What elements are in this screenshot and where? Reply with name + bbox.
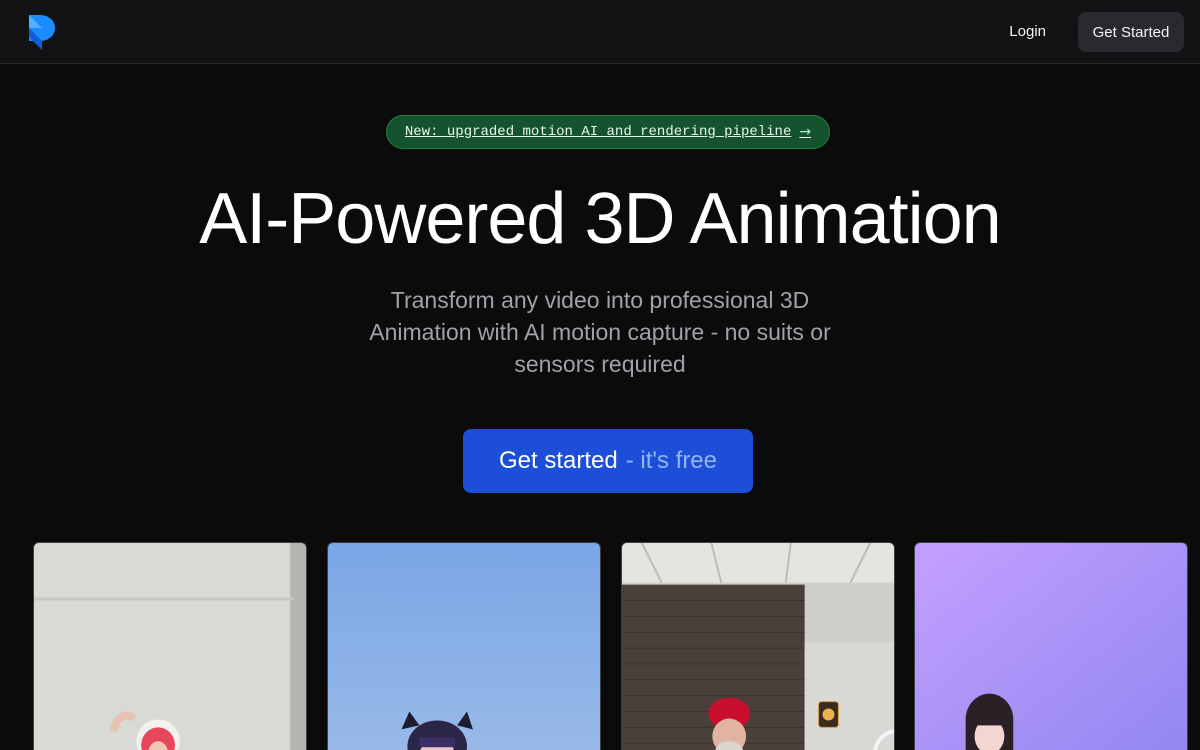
announcement-badge[interactable]: New: upgraded motion AI and rendering pi… — [386, 115, 830, 149]
announcement-text: New: upgraded motion AI and rendering pi… — [404, 124, 792, 140]
logo-icon — [29, 15, 55, 50]
logo[interactable] — [28, 14, 56, 50]
navbar: Login Get Started — [0, 0, 1200, 64]
arrow-right-icon: → — [799, 124, 812, 140]
get-started-nav-button[interactable]: Get Started — [1078, 12, 1184, 52]
hero-title: AI-Powered 3D Animation — [199, 179, 1001, 259]
gallery-card-avatar-cat[interactable] — [327, 542, 601, 750]
avatar-cat-ears-thumbnail — [328, 543, 600, 750]
login-link[interactable]: Login — [1009, 21, 1046, 43]
gallery-card-video-person[interactable] — [33, 542, 307, 750]
person-waving-thumbnail — [34, 543, 306, 750]
cta-main-label: Get started — [499, 447, 618, 474]
demo-gallery — [33, 542, 1200, 750]
gallery-card-avatar-dark-hair[interactable] — [914, 542, 1188, 750]
avatar-dark-hair-thumbnail — [915, 543, 1187, 750]
get-started-hero-button[interactable]: Get started - it's free — [463, 429, 753, 493]
gallery-card-video-man[interactable] — [621, 542, 895, 750]
man-red-beanie-thumbnail — [622, 543, 894, 750]
cta-sub-label: - it's free — [625, 447, 717, 474]
hero-subtitle: Transform any video into professional 3D… — [369, 287, 831, 377]
